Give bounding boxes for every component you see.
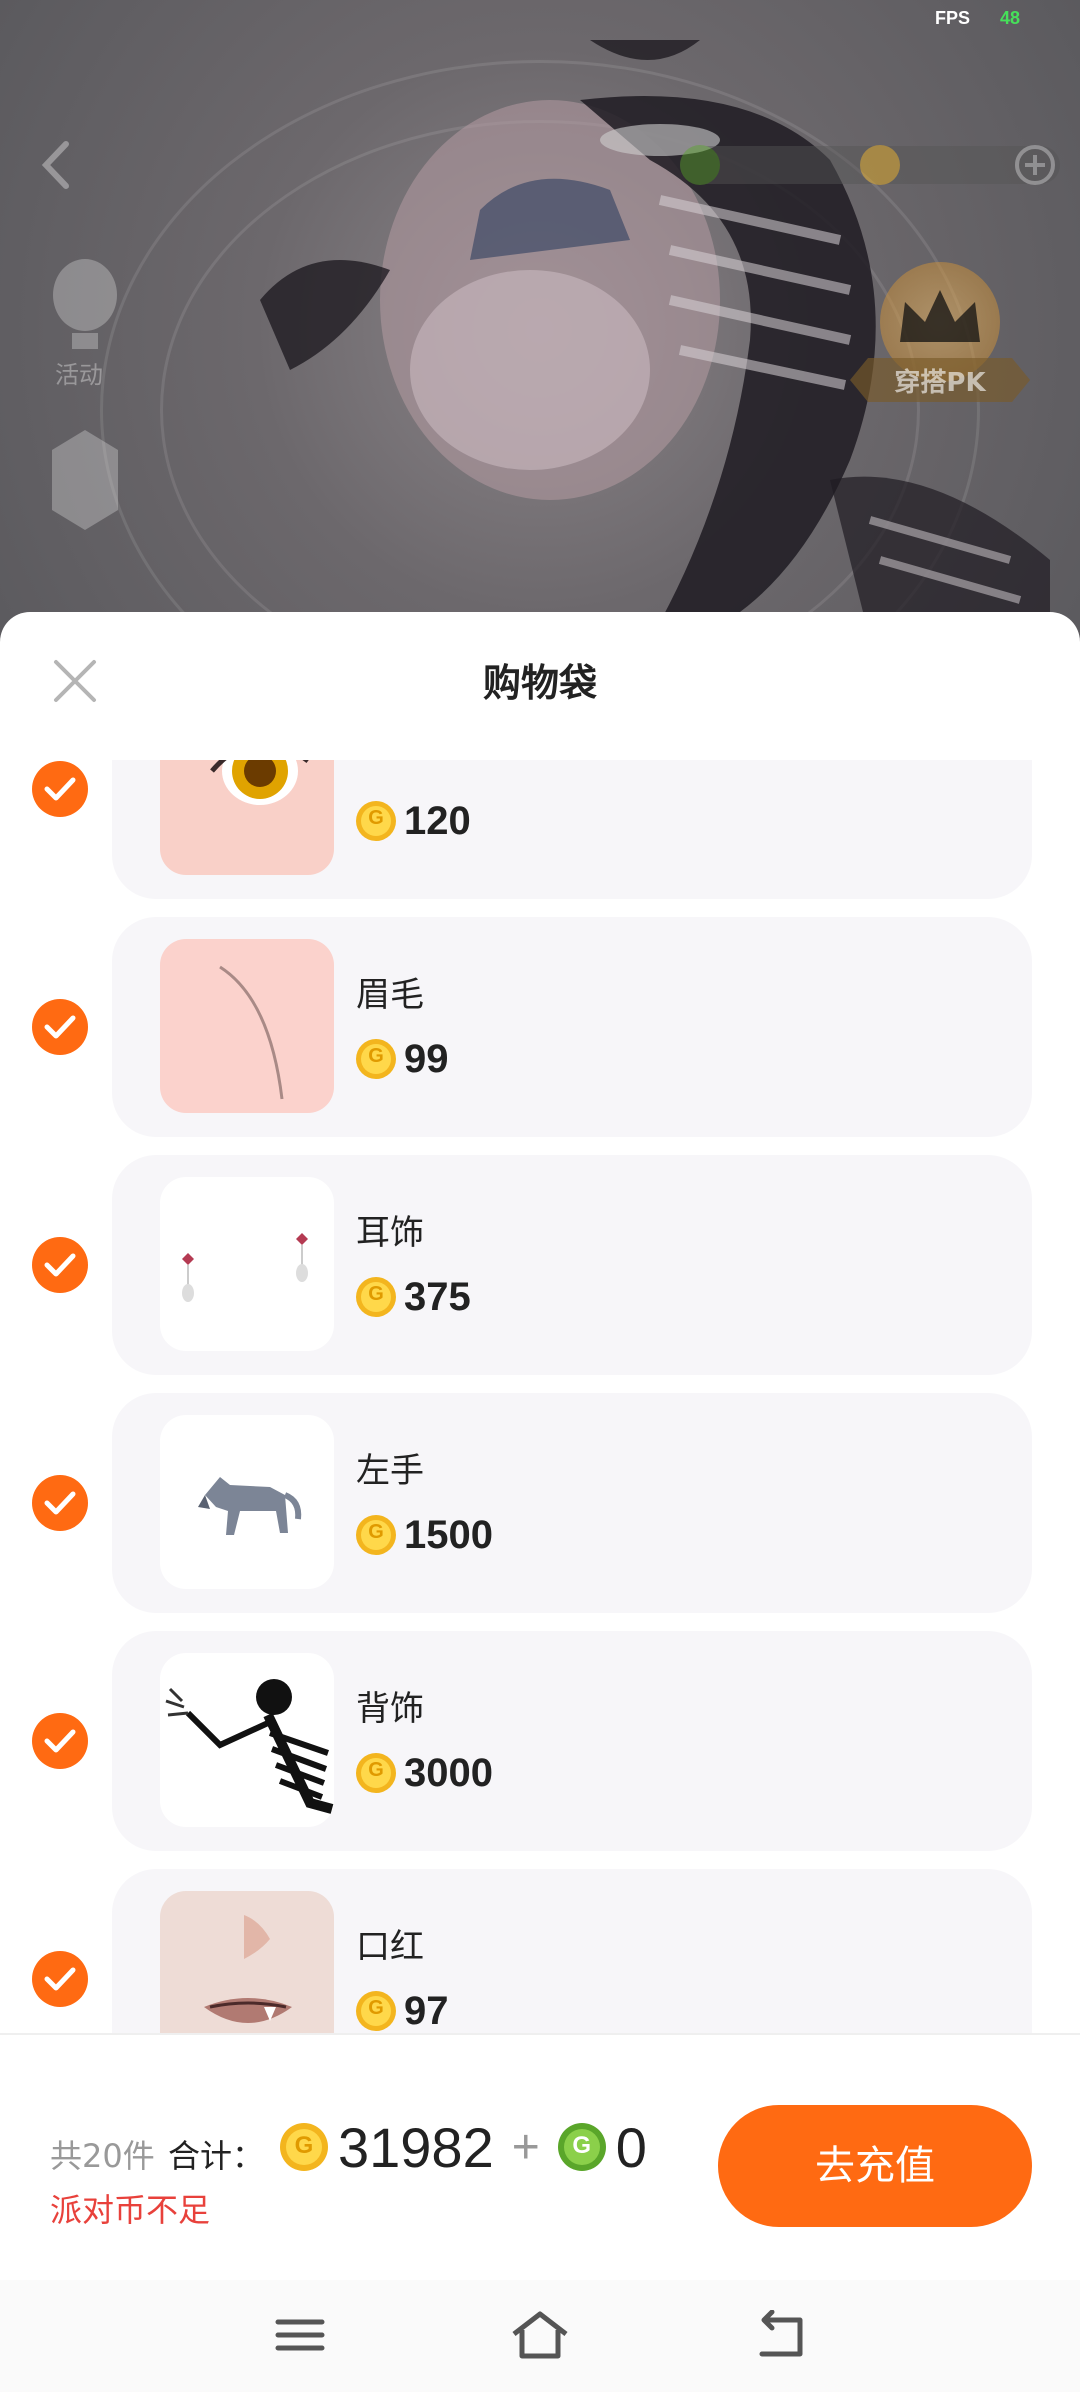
item-price: 3000 bbox=[404, 1750, 493, 1795]
item-checkbox[interactable] bbox=[32, 1951, 88, 2007]
gold-coin-icon: G bbox=[356, 1277, 396, 1317]
item-checkbox[interactable] bbox=[32, 1237, 88, 1293]
wolf-thumb bbox=[160, 1415, 334, 1589]
fps-value: 48 bbox=[999, 8, 1020, 28]
item-name: 眉毛 bbox=[356, 975, 424, 1015]
side-event-label: 活动 bbox=[55, 361, 103, 389]
home-icon[interactable] bbox=[510, 2310, 570, 2360]
green-coin-icon: G bbox=[557, 2123, 606, 2171]
item-count: 共20件 bbox=[50, 2137, 155, 2175]
sheet-title: 购物袋 bbox=[482, 661, 597, 705]
item-checkbox[interactable] bbox=[32, 761, 88, 817]
outfit-pk-badge: 穿搭PK bbox=[850, 262, 1030, 402]
gold-coin-icon: G bbox=[356, 1039, 396, 1079]
item-name: 背饰 bbox=[356, 1689, 424, 1729]
checkmark-icon bbox=[44, 1729, 76, 1753]
item-price-row: G 3000 bbox=[356, 1749, 493, 1797]
gold-coin-icon: G bbox=[356, 1991, 396, 2031]
shopping-bag-sheet: 购物袋 G 120 眉毛 G 99 耳饰 G 375 左手 G 1500 背饰 … bbox=[0, 612, 1080, 2392]
item-price: 97 bbox=[404, 1988, 449, 2033]
item-card[interactable]: 耳饰 G 375 bbox=[112, 1155, 1032, 1375]
system-navigation-bar bbox=[0, 2280, 1080, 2392]
checkmark-icon bbox=[44, 1253, 76, 1277]
item-checkbox[interactable] bbox=[32, 999, 88, 1055]
green-total: 0 bbox=[615, 2115, 647, 2179]
gold-coin-icon: G bbox=[356, 801, 396, 841]
insufficient-funds-warning: 派对币不足 bbox=[50, 2191, 211, 2229]
cart-item[interactable]: G 120 bbox=[0, 760, 1080, 899]
cart-item[interactable]: 背饰 G 3000 bbox=[0, 1631, 1080, 1851]
item-price-row: G 1500 bbox=[356, 1511, 493, 1559]
event-balloon-icon bbox=[53, 259, 117, 349]
item-price: 375 bbox=[404, 1274, 471, 1319]
checkmark-icon bbox=[44, 1491, 76, 1515]
item-checkbox[interactable] bbox=[32, 1475, 88, 1531]
cart-item-list[interactable]: G 120 眉毛 G 99 耳饰 G 375 左手 G 1500 背饰 G 30… bbox=[0, 760, 1080, 2033]
item-card[interactable]: 左手 G 1500 bbox=[112, 1393, 1032, 1613]
item-card[interactable]: 口红 G 97 bbox=[112, 1869, 1032, 2033]
sheet-header: 购物袋 bbox=[0, 612, 1080, 760]
checkmark-icon bbox=[44, 1015, 76, 1039]
back-arrow-icon[interactable] bbox=[36, 140, 76, 190]
currency-bar bbox=[680, 145, 1060, 185]
item-price-row: G 120 bbox=[356, 797, 471, 845]
crown-glyph-icon bbox=[900, 290, 980, 342]
item-price: 99 bbox=[404, 1036, 449, 1081]
total-label: 合计： bbox=[168, 2137, 265, 2175]
recharge-button[interactable]: 去充值 bbox=[718, 2105, 1032, 2227]
item-card[interactable]: 眉毛 G 99 bbox=[112, 917, 1032, 1137]
item-checkbox[interactable] bbox=[32, 1713, 88, 1769]
checkout-footer: 共20件 合计： G 31982 + G 0 派对币不足 去充值 bbox=[0, 2033, 1080, 2253]
cart-item[interactable]: 耳饰 G 375 bbox=[0, 1155, 1080, 1375]
gold-coin-icon: G bbox=[280, 2123, 328, 2171]
skeleton-thumb bbox=[160, 1653, 334, 1827]
item-card[interactable]: G 120 bbox=[112, 760, 1032, 899]
back-icon[interactable] bbox=[750, 2310, 810, 2360]
item-name: 耳饰 bbox=[356, 1213, 424, 1253]
lips-thumb bbox=[160, 1891, 334, 2033]
cart-item[interactable]: 口红 G 97 bbox=[0, 1869, 1080, 2033]
gold-total: 31982 bbox=[338, 2115, 494, 2179]
side-menu-icon bbox=[52, 430, 118, 530]
item-price-row: G 375 bbox=[356, 1273, 471, 1321]
fps-label: FPS bbox=[934, 8, 970, 28]
gold-coin-icon: G bbox=[356, 1753, 396, 1793]
fps-counter: FPS 48 bbox=[935, 8, 1020, 29]
checkmark-icon bbox=[44, 1967, 76, 1991]
total-amount: G 31982 + G 0 bbox=[280, 2115, 647, 2179]
item-price: 1500 bbox=[404, 1512, 493, 1557]
item-price-row: G 99 bbox=[356, 1035, 449, 1083]
item-name: 左手 bbox=[356, 1451, 424, 1491]
item-price-row: G 97 bbox=[356, 1987, 449, 2033]
cart-item[interactable]: 左手 G 1500 bbox=[0, 1393, 1080, 1613]
item-name: 口红 bbox=[356, 1927, 424, 1967]
earring-thumb bbox=[160, 1177, 334, 1351]
eyebrow-thumb bbox=[160, 939, 334, 1113]
checkmark-icon bbox=[44, 777, 76, 801]
game-background: FPS 48 活动 穿搭PK bbox=[0, 0, 1080, 640]
item-card[interactable]: 背饰 G 3000 bbox=[112, 1631, 1032, 1851]
eye-thumb bbox=[160, 760, 334, 875]
cart-item[interactable]: 眉毛 G 99 bbox=[0, 917, 1080, 1137]
item-price: 120 bbox=[404, 798, 471, 843]
menu-icon[interactable] bbox=[270, 2310, 330, 2360]
plus-sign: + bbox=[511, 2120, 540, 2174]
gold-coin-icon: G bbox=[356, 1515, 396, 1555]
pk-label: 穿搭PK bbox=[894, 368, 986, 398]
